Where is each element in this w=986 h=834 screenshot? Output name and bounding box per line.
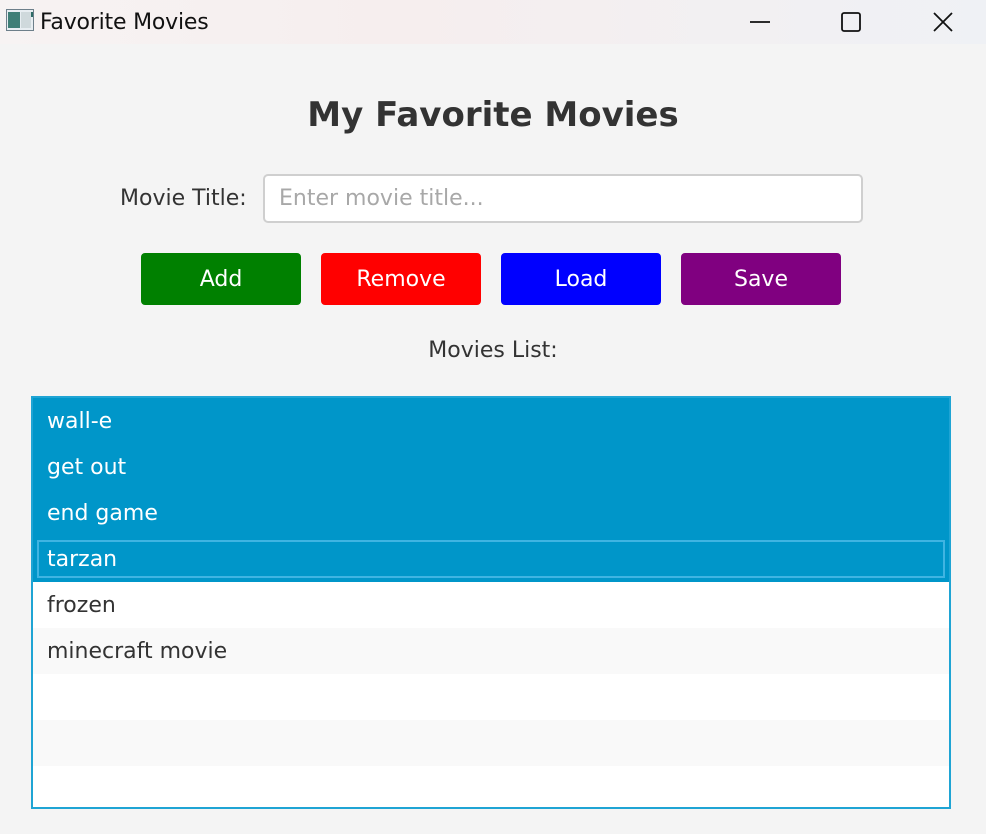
list-item[interactable]: tarzan [33, 536, 949, 582]
list-item[interactable]: end game [33, 490, 949, 536]
save-button[interactable]: Save [681, 253, 841, 305]
title-bar: Favorite Movies [0, 0, 986, 44]
movie-title-label: Movie Title: [120, 186, 247, 211]
list-item[interactable]: frozen [33, 582, 949, 628]
list-item[interactable]: get out [33, 444, 949, 490]
empty-list-row[interactable] [33, 720, 949, 766]
add-button[interactable]: Add [141, 253, 301, 305]
movies-list-label: Movies List: [428, 338, 558, 363]
empty-list-row[interactable] [33, 674, 949, 720]
remove-button[interactable]: Remove [321, 253, 481, 305]
window-title: Favorite Movies [40, 10, 209, 35]
page-title: My Favorite Movies [307, 95, 679, 135]
close-icon[interactable] [913, 0, 973, 44]
minimize-icon[interactable] [730, 0, 790, 44]
load-button[interactable]: Load [501, 253, 661, 305]
maximize-icon[interactable] [821, 0, 881, 44]
list-item[interactable]: minecraft movie [33, 628, 949, 674]
movie-title-input[interactable] [263, 174, 863, 223]
movies-list[interactable]: wall-e get out end game tarzan frozen minecra… [31, 396, 951, 809]
empty-list-row[interactable] [33, 766, 949, 807]
list-item[interactable]: wall-e [33, 398, 949, 444]
app-icon [6, 9, 34, 31]
